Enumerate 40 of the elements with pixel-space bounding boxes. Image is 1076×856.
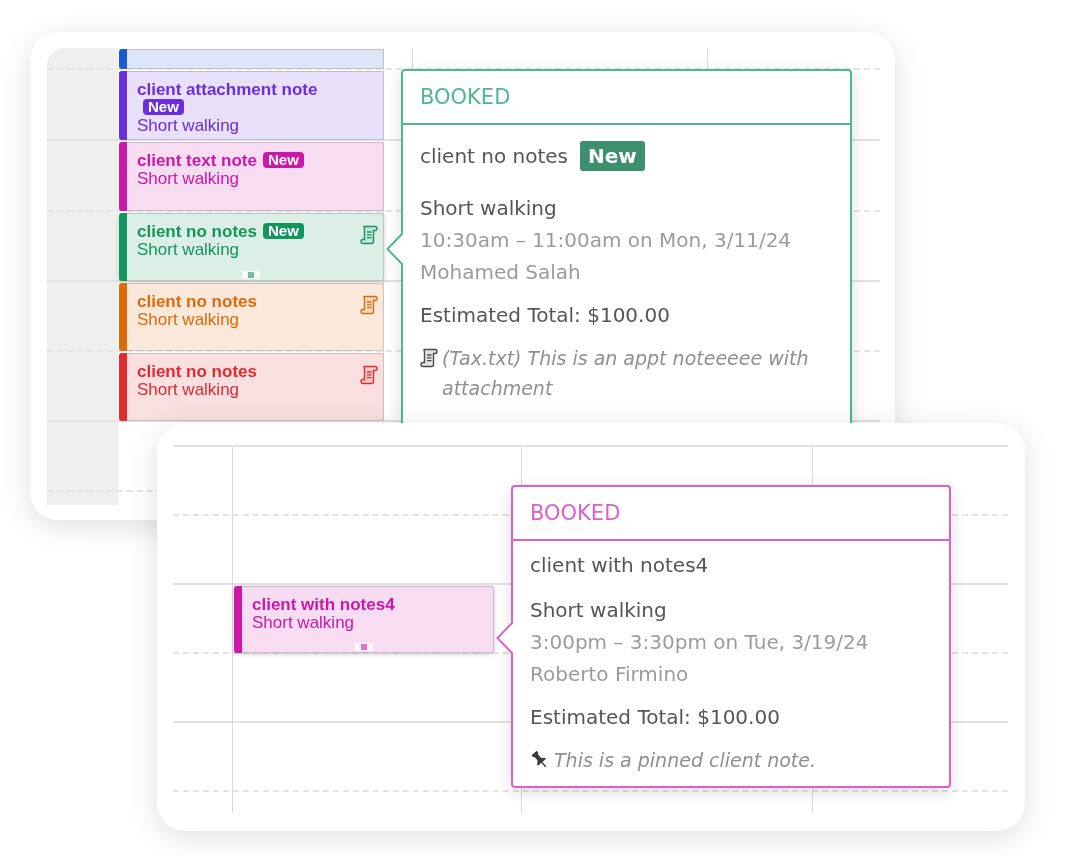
client-name: client with notes4 bbox=[530, 552, 709, 579]
appointment-block[interactable]: client text note New Short walking bbox=[119, 142, 384, 211]
appointment-block[interactable]: client attachment note New Short walking bbox=[119, 71, 384, 140]
client-name: client text note bbox=[137, 151, 257, 170]
service-name: Short walking bbox=[137, 170, 241, 188]
popover-status: BOOKED bbox=[513, 487, 949, 541]
note-text: This is a pinned client note. bbox=[554, 748, 817, 773]
client-name: client no notes bbox=[137, 362, 257, 381]
new-badge: New bbox=[262, 152, 304, 168]
appointment-block[interactable]: client no notes Short walking bbox=[119, 353, 384, 421]
resize-handle[interactable] bbox=[354, 643, 373, 651]
service-name: Short walking bbox=[137, 381, 241, 399]
staff-name: Roberto Firmino bbox=[530, 661, 690, 688]
service-name: Short walking bbox=[137, 117, 241, 135]
client-name: client with notes4 bbox=[252, 595, 395, 614]
service-name: Short walking bbox=[420, 195, 558, 222]
appointment-block[interactable]: client no notes New Short walking bbox=[119, 213, 384, 281]
client-name: client no notes bbox=[137, 292, 257, 311]
new-badge: New bbox=[262, 223, 304, 239]
service-name: Short walking bbox=[137, 311, 241, 329]
appointment-block[interactable]: client no notes Short walking bbox=[119, 283, 384, 351]
service-name: Short walking bbox=[252, 614, 356, 632]
client-name: client no notes bbox=[420, 143, 569, 170]
new-badge: New bbox=[143, 99, 184, 115]
estimated-total: Estimated Total: $100.00 bbox=[420, 302, 671, 329]
service-name: Short walking bbox=[137, 241, 241, 259]
appointment-time: 3:00pm – 3:30pm on Tue, 3/19/24 bbox=[530, 629, 870, 656]
popover-status: BOOKED bbox=[403, 71, 850, 125]
staff-name: Mohamed Salah bbox=[420, 259, 582, 286]
client-name: client attachment note bbox=[137, 80, 318, 99]
scroll-icon bbox=[420, 348, 438, 368]
resize-handle[interactable] bbox=[242, 271, 260, 279]
client-name: client no notes bbox=[137, 222, 257, 241]
appointment-block[interactable]: client with notes4 Short walking bbox=[234, 586, 494, 653]
appointment-block[interactable] bbox=[119, 49, 384, 69]
estimated-total: Estimated Total: $100.00 bbox=[530, 704, 781, 731]
new-badge: New bbox=[580, 141, 645, 171]
service-name: Short walking bbox=[530, 597, 668, 624]
note-text: (Tax.txt) This is an appt noteeeee with attachment bbox=[442, 346, 810, 401]
appointment-time: 10:30am – 11:00am on Mon, 3/11/24 bbox=[420, 227, 793, 254]
